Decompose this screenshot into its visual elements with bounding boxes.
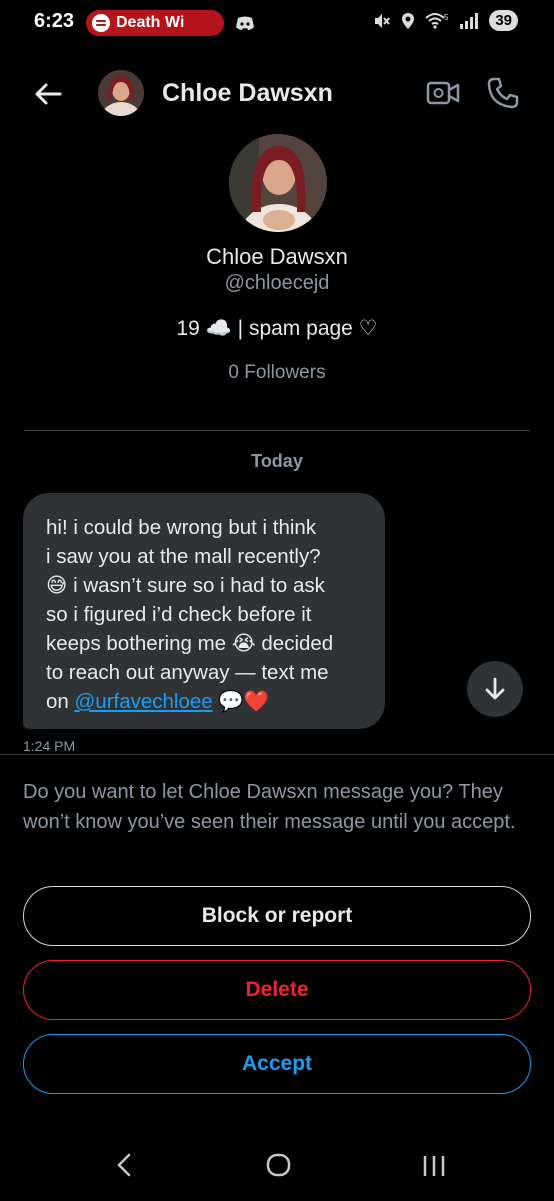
arrow-left-icon[interactable] <box>30 76 66 112</box>
divider <box>24 430 530 431</box>
profile-avatar[interactable] <box>229 134 327 232</box>
svg-text:5: 5 <box>444 13 449 22</box>
message-trailing-emoji: 💬❤️ <box>218 690 270 713</box>
date-separator: Today <box>251 451 303 471</box>
followers-count[interactable]: 0 Followers <box>0 362 554 384</box>
phone-icon[interactable] <box>486 76 520 110</box>
avatar[interactable] <box>98 70 144 116</box>
message-bubble[interactable]: hi! i could be wrong but i think i saw y… <box>23 493 385 729</box>
delete-button[interactable]: Delete <box>23 960 531 1020</box>
battery-indicator: 39 <box>489 10 518 31</box>
profile-bio: 19 ☁️ | spam page ♡ <box>176 317 378 340</box>
conversation-header: Chloe Dawsxn <box>0 68 554 120</box>
arrow-down-icon <box>485 677 505 700</box>
nav-home-icon[interactable] <box>266 1152 292 1178</box>
message-text: hi! i could be wrong but i think i saw y… <box>46 513 365 716</box>
system-nav-bar <box>0 1130 554 1200</box>
media-title: Death Wi <box>116 14 185 31</box>
message-body: hi! i could be wrong but i think i saw y… <box>46 516 334 713</box>
block-or-report-button[interactable]: Block or report <box>23 886 531 946</box>
media-pill[interactable]: Death Wi <box>86 10 224 36</box>
header-name[interactable]: Chloe Dawsxn <box>162 79 333 108</box>
video-camera-icon[interactable] <box>426 78 460 108</box>
location-icon <box>402 12 415 29</box>
status-icons: 5 39 <box>373 10 518 31</box>
status-time: 6:23 <box>34 10 75 32</box>
spotify-icon <box>92 14 110 32</box>
request-prompt: Do you want to let Chloe Dawsxn message … <box>23 781 516 833</box>
accept-button[interactable]: Accept <box>23 1034 531 1094</box>
nav-recents-icon[interactable] <box>421 1154 447 1178</box>
profile-handle[interactable]: @chloecejd <box>0 272 554 295</box>
mute-icon <box>375 13 391 28</box>
status-bar: 6:23 Death Wi 5 39 <box>0 0 554 46</box>
nav-back-icon[interactable] <box>112 1152 136 1178</box>
signal-icon <box>460 12 479 29</box>
message-timestamp: 1:24 PM <box>23 738 76 754</box>
scroll-to-bottom-button[interactable] <box>467 661 523 717</box>
discord-icon <box>236 16 254 30</box>
mention-link[interactable]: @urfavechloee <box>75 690 213 713</box>
wifi-icon: 5 <box>425 13 449 29</box>
profile-name: Chloe Dawsxn <box>206 244 348 269</box>
